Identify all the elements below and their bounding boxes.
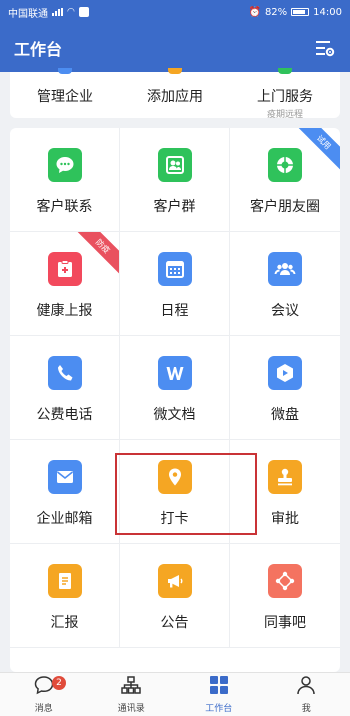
nav-me[interactable]: 我 — [263, 673, 350, 716]
onsite-service-sub: 疫期远程 — [266, 110, 303, 120]
moments-icon — [268, 148, 302, 182]
app-health-report[interactable]: 防疫 健康上报 — [10, 232, 120, 336]
chat-icon — [47, 148, 82, 182]
app-label: 公费电话 — [36, 407, 93, 423]
app-label: 客户朋友圈 — [250, 199, 320, 215]
app-label: 日程 — [160, 303, 189, 319]
mail-icon — [47, 460, 82, 494]
grid-icon — [208, 675, 230, 699]
app-colleague-forum[interactable]: 同事吧 — [230, 544, 340, 648]
nav-contacts[interactable]: 通讯录 — [88, 673, 176, 716]
stamp-icon — [268, 460, 302, 494]
app-approval[interactable]: 审批 — [230, 440, 340, 544]
carrier-label: 中国联通 — [8, 8, 48, 20]
app-label: 打卡 — [160, 511, 189, 527]
group-icon — [157, 148, 192, 182]
manage-enterprise-label: 管理企业 — [37, 89, 93, 105]
megaphone-icon — [157, 564, 192, 598]
settings-icon[interactable] — [314, 37, 336, 59]
nav-label: 工作台 — [205, 704, 233, 714]
battery-icon — [291, 8, 310, 16]
add-app-icon — [168, 68, 182, 74]
location-icon — [157, 460, 192, 494]
app-label: 微文档 — [153, 407, 196, 423]
app-label: 公告 — [160, 615, 189, 631]
battery-level: 82% — [264, 6, 288, 18]
nav-label: 我 — [301, 704, 311, 714]
app-label: 会议 — [271, 303, 299, 319]
app-label: 客户群 — [153, 199, 196, 215]
manage-enterprise-button[interactable]: 管理企业 — [10, 68, 120, 118]
app-label: 微盘 — [271, 407, 299, 423]
report-icon — [47, 564, 82, 598]
app-shield-icon — [78, 7, 89, 17]
document-icon — [157, 356, 192, 390]
app-customer-group[interactable]: 客户群 — [120, 128, 230, 232]
app-label: 健康上报 — [36, 303, 93, 319]
app-customer-contact[interactable]: 客户联系 — [10, 128, 120, 232]
onsite-service-label: 上门服务 — [257, 89, 313, 105]
app-customer-moments[interactable]: 试用 客户朋友圈 — [230, 128, 340, 232]
app-label: 客户联系 — [36, 199, 93, 215]
app-label: 同事吧 — [264, 615, 306, 631]
top-actions-card: 管理企业 添加应用 上门服务 疫期远程 — [10, 68, 340, 120]
app-mail[interactable]: 企业邮箱 — [10, 440, 120, 544]
nav-messages[interactable]: 2 消息 — [0, 673, 88, 716]
app-document[interactable]: 微文档 — [120, 336, 230, 440]
app-calendar[interactable]: 日程 — [120, 232, 230, 336]
chat-bubble-icon — [33, 675, 55, 699]
app-announcement[interactable]: 公告 — [120, 544, 230, 648]
app-header: 工作台 — [0, 24, 350, 72]
app-drive[interactable]: 微盘 — [230, 336, 340, 440]
calendar-icon — [157, 252, 192, 286]
nav-label: 通讯录 — [117, 704, 145, 714]
status-bar: 中国联通 ◠ ⏰ 82% 14:00 — [0, 0, 350, 24]
phone-icon — [47, 356, 82, 390]
wifi-icon: ◠ — [67, 7, 75, 17]
nav-label: 消息 — [34, 704, 53, 714]
nav-workbench[interactable]: 工作台 — [175, 673, 263, 716]
app-meeting[interactable]: 会议 — [230, 232, 340, 336]
app-label: 审批 — [271, 511, 299, 527]
app-grid-card: 客户联系 客户群 试用 客户朋友圈 防疫 健康上报 日程 会议 公费电话 微文档… — [10, 128, 340, 672]
person-icon — [295, 675, 317, 699]
app-label: 汇报 — [50, 615, 79, 631]
app-grid: 客户联系 客户群 试用 客户朋友圈 防疫 健康上报 日程 会议 公费电话 微文档… — [10, 128, 340, 648]
alarm-icon: ⏰ — [248, 6, 261, 18]
service-icon — [278, 68, 292, 74]
health-icon — [47, 252, 82, 286]
onsite-service-button[interactable]: 上门服务 疫期远程 — [230, 68, 340, 120]
add-app-label: 添加应用 — [147, 89, 203, 105]
enterprise-icon — [58, 68, 72, 74]
drive-icon — [268, 356, 302, 390]
app-phone[interactable]: 公费电话 — [10, 336, 120, 440]
app-check-in[interactable]: 打卡 — [120, 440, 230, 544]
app-label: 企业邮箱 — [36, 511, 93, 527]
page-title: 工作台 — [14, 40, 63, 59]
app-report[interactable]: 汇报 — [10, 544, 120, 648]
signal-icon — [52, 8, 63, 16]
clock: 14:00 — [313, 6, 342, 18]
meeting-icon — [268, 252, 302, 286]
bottom-nav: 2 消息 通讯录 工作台 我 — [0, 672, 350, 716]
add-app-button[interactable]: 添加应用 — [120, 68, 230, 118]
unread-badge: 2 — [52, 676, 66, 690]
share-icon — [268, 564, 302, 598]
org-chart-icon — [120, 675, 142, 699]
